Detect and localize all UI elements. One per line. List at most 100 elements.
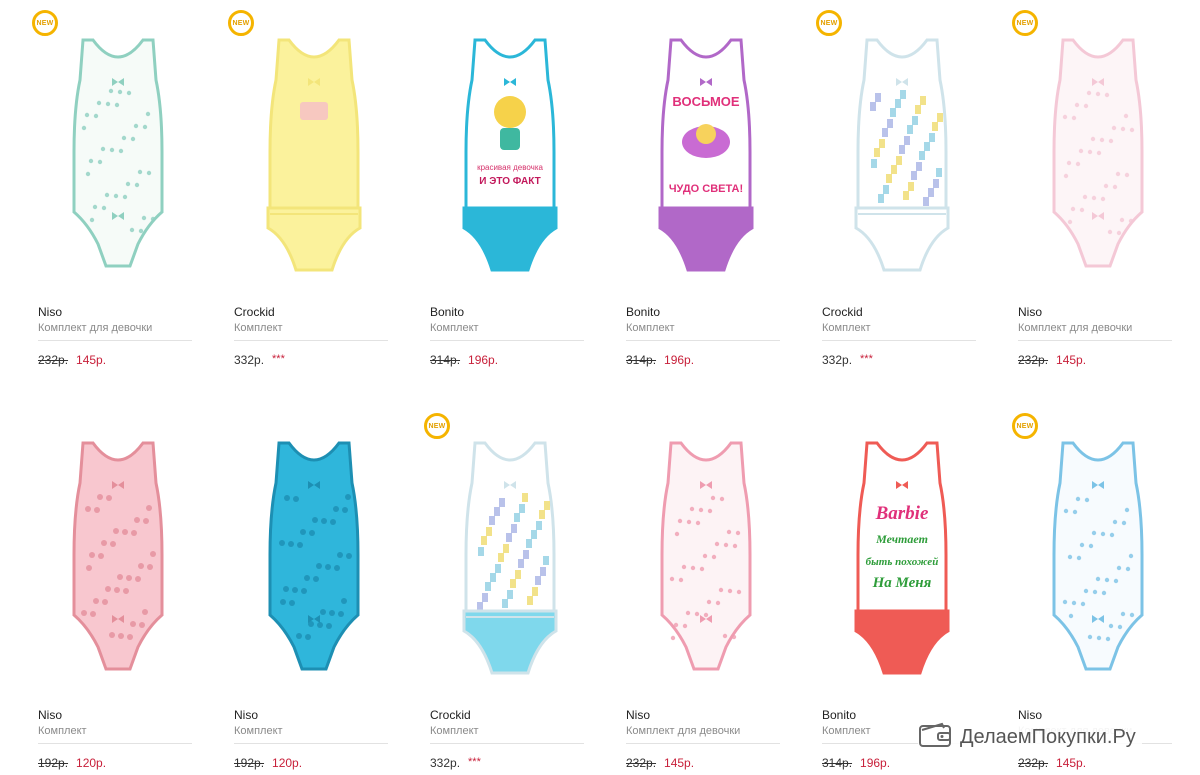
divider bbox=[38, 743, 192, 744]
product-brand[interactable]: Niso bbox=[38, 305, 62, 319]
old-price: 232р. bbox=[38, 353, 69, 367]
new-badge: NEW bbox=[228, 10, 254, 36]
product-brand[interactable]: Niso bbox=[1018, 708, 1042, 722]
product-description: Комплект для девочки bbox=[1018, 322, 1133, 334]
price: 332р. bbox=[234, 353, 265, 367]
watermark: ДелаемПокупки.Ру bbox=[918, 722, 1142, 752]
divider bbox=[234, 743, 388, 744]
product-image[interactable]: красивая девочка И ЭТО ФАКТ bbox=[430, 12, 590, 292]
price-row: 314р. 196р. bbox=[822, 756, 890, 770]
price: 332р. bbox=[430, 756, 461, 770]
sale-price: 196р. bbox=[664, 353, 695, 367]
product-card[interactable]: NEW Crockid Комплект 332р. *** bbox=[424, 413, 590, 775]
product-description: Комплект для девочки bbox=[626, 725, 741, 737]
price-row: 332р. *** bbox=[822, 353, 873, 367]
product-brand[interactable]: Niso bbox=[38, 708, 62, 722]
price-row: 192р. 120р. bbox=[234, 756, 302, 770]
product-brand[interactable]: Niso bbox=[1018, 305, 1042, 319]
sale-price: 196р. bbox=[860, 756, 891, 770]
product-image[interactable] bbox=[822, 12, 982, 292]
svg-text:ЧУДО СВЕТА!: ЧУДО СВЕТА! bbox=[669, 183, 743, 195]
sale-price: 145р. bbox=[1056, 756, 1087, 770]
product-description: Комплект bbox=[234, 725, 283, 737]
price-row: 332р. *** bbox=[234, 353, 285, 367]
product-brand[interactable]: Bonito bbox=[430, 305, 464, 319]
price-row: 332р. *** bbox=[430, 756, 481, 770]
divider bbox=[626, 743, 780, 744]
product-description: Комплект для девочки bbox=[38, 322, 153, 334]
product-description: Комплект bbox=[430, 322, 479, 334]
old-price: 314р. bbox=[822, 756, 853, 770]
watermark-text: ДелаемПокупки.Ру bbox=[960, 725, 1136, 748]
divider bbox=[1018, 340, 1172, 341]
product-description: Комплект bbox=[822, 322, 871, 334]
product-brand[interactable]: Crockid bbox=[234, 305, 275, 319]
price-row: 192р. 120р. bbox=[38, 756, 106, 770]
price-stars: *** bbox=[272, 353, 285, 365]
price-row: 314р. 196р. bbox=[430, 353, 498, 367]
old-price: 232р. bbox=[626, 756, 657, 770]
product-brand[interactable]: Niso bbox=[234, 708, 258, 722]
product-image[interactable] bbox=[430, 415, 590, 695]
old-price: 192р. bbox=[38, 756, 69, 770]
sale-price: 145р. bbox=[1056, 353, 1087, 367]
old-price: 192р. bbox=[234, 756, 265, 770]
product-brand[interactable]: Bonito bbox=[822, 708, 856, 722]
product-card[interactable]: NEWNisoКомплект для девочки232р.145р. bbox=[32, 10, 198, 372]
new-badge: NEW bbox=[1012, 10, 1038, 36]
product-image[interactable] bbox=[626, 415, 786, 695]
sale-price: 145р. bbox=[664, 756, 695, 770]
product-image[interactable]: ВОСЬМОЕ ЧУДО СВЕТА! bbox=[626, 12, 786, 292]
new-badge: NEW bbox=[1012, 413, 1038, 439]
new-badge: NEW bbox=[816, 10, 842, 36]
product-image[interactable] bbox=[234, 12, 394, 292]
product-card[interactable]: красивая девочка И ЭТО ФАКТ Bonito Комплект… bbox=[430, 12, 590, 372]
product-card[interactable]: NEW Crockid Комплект 332р. *** bbox=[816, 10, 982, 372]
product-description: Комплект bbox=[822, 725, 871, 737]
product-description: Комплект bbox=[430, 725, 479, 737]
product-image[interactable] bbox=[234, 415, 394, 695]
price-row: 232р. 145р. bbox=[626, 756, 694, 770]
divider bbox=[430, 340, 584, 341]
product-brand[interactable]: Niso bbox=[626, 708, 650, 722]
new-badge: NEW bbox=[32, 10, 58, 36]
svg-text:красивая девочка: красивая девочка bbox=[477, 163, 543, 172]
old-price: 232р. bbox=[1018, 756, 1049, 770]
product-image[interactable] bbox=[1018, 415, 1178, 695]
svg-text:Мечтает: Мечтает bbox=[875, 532, 928, 546]
product-image[interactable] bbox=[38, 12, 198, 292]
product-brand[interactable]: Crockid bbox=[430, 708, 471, 722]
wallet-icon bbox=[918, 722, 952, 753]
old-price: 314р. bbox=[626, 353, 657, 367]
sale-price: 196р. bbox=[468, 353, 499, 367]
svg-text:На Меня: На Меня bbox=[872, 575, 932, 591]
product-card[interactable]: NEWNisoКомплект для девочки232р.145р. bbox=[1012, 413, 1178, 775]
sale-price: 120р. bbox=[76, 756, 107, 770]
svg-text:Barbie: Barbie bbox=[875, 503, 929, 524]
old-price: 232р. bbox=[1018, 353, 1049, 367]
divider bbox=[822, 340, 976, 341]
divider bbox=[626, 340, 780, 341]
svg-text:быть похожей: быть похожей bbox=[866, 556, 939, 568]
product-image[interactable]: Barbie Мечтает быть похожей На Меня bbox=[822, 415, 982, 695]
divider bbox=[234, 340, 388, 341]
product-card[interactable]: Barbie Мечтает быть похожей На Меня Bonito Ко… bbox=[822, 415, 982, 775]
product-description: Комплект bbox=[234, 322, 283, 334]
product-brand[interactable]: Crockid bbox=[822, 305, 863, 319]
product-card[interactable]: NEW Niso Комплект для девочки 232р. 145р. bbox=[1012, 10, 1178, 372]
price-row: 232р. 145р. bbox=[1018, 756, 1086, 770]
product-card[interactable]: Niso Комплект 192р. 120р. bbox=[234, 415, 394, 775]
price-stars: *** bbox=[468, 756, 481, 768]
svg-text:И ЭТО ФАКТ: И ЭТО ФАКТ bbox=[479, 176, 540, 187]
product-image[interactable] bbox=[1018, 12, 1178, 292]
svg-text:ВОСЬМОЕ: ВОСЬМОЕ bbox=[672, 94, 740, 109]
product-card[interactable]: NEW Crockid Комплект 332р. *** bbox=[228, 10, 394, 372]
old-price: 314р. bbox=[430, 353, 461, 367]
product-card[interactable]: Niso Комплект для девочки 232р. 145р. bbox=[626, 415, 786, 775]
product-card[interactable]: ВОСЬМОЕ ЧУДО СВЕТА! Bonito Комплект 314р. 196… bbox=[626, 12, 786, 372]
product-brand[interactable]: Bonito bbox=[626, 305, 660, 319]
product-description: Комплект bbox=[38, 725, 87, 737]
divider bbox=[38, 340, 192, 341]
product-card[interactable]: Niso Комплект 192р. 120р. bbox=[38, 415, 198, 775]
product-image[interactable] bbox=[38, 415, 198, 695]
